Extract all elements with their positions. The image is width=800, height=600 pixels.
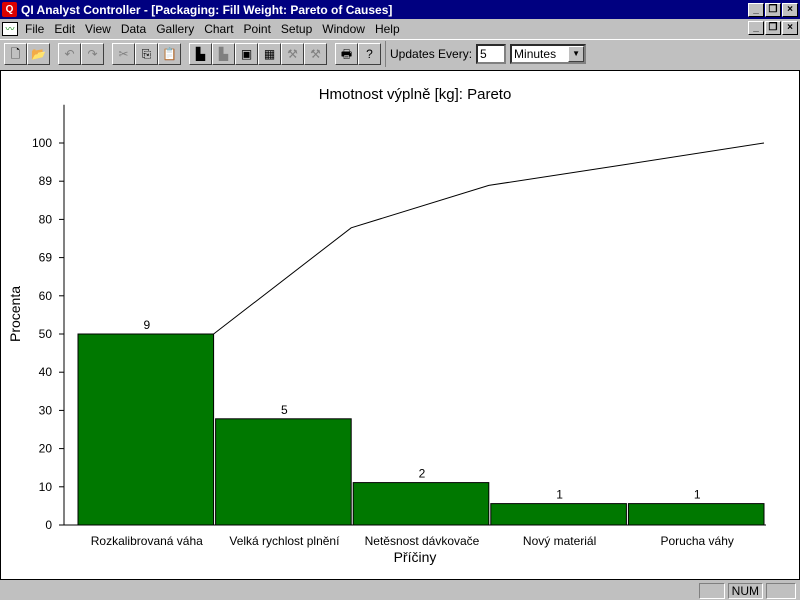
menu-bar: 〰 File Edit View Data Gallery Chart Point Setup… xyxy=(0,19,800,38)
copy-button[interactable]: ⎘ xyxy=(135,43,158,65)
x-tick-label: Porucha váhy xyxy=(661,534,734,548)
doc-minimize-button[interactable]: _ xyxy=(748,21,764,35)
tool-icon: ⚒ xyxy=(287,47,298,61)
menu-gallery[interactable]: Gallery xyxy=(151,22,199,36)
cut-button[interactable]: ✂ xyxy=(112,43,135,65)
menu-file[interactable]: File xyxy=(20,22,49,36)
y-tick-label: 20 xyxy=(39,442,53,456)
new-chart-button[interactable]: ▙ xyxy=(189,43,212,65)
y-tick-label: 50 xyxy=(39,327,53,341)
tool2-button[interactable]: ⚒ xyxy=(304,43,327,65)
paste-icon: 📋 xyxy=(162,47,177,61)
new-button[interactable]: 🗋 xyxy=(4,43,27,65)
window-button[interactable]: ▣ xyxy=(235,43,258,65)
status-bar: NUM xyxy=(0,582,800,600)
menu-data[interactable]: Data xyxy=(116,22,151,36)
open-icon: 📂 xyxy=(31,47,46,61)
undo-button[interactable]: ↶ xyxy=(58,43,81,65)
tool-button[interactable]: ⚒ xyxy=(281,43,304,65)
bar xyxy=(490,503,627,526)
y-tick-label: 30 xyxy=(39,403,53,417)
y-tick-label: 10 xyxy=(39,480,53,494)
tool2-icon: ⚒ xyxy=(310,47,321,61)
x-tick-label: Netěsnost dávkovače xyxy=(365,534,480,548)
bar-count-label: 1 xyxy=(694,488,701,502)
toolbar: 🗋 📂 ↶ ↷ ✂ ⎘ 📋 ▙ ▙ ▣ ▦ ⚒ ⚒ 🖶? Updates Every: 5 Minutes… xyxy=(0,39,800,68)
new-icon: 🗋 xyxy=(10,47,21,61)
chart-button[interactable]: ▙ xyxy=(212,43,235,65)
cut-icon: ✂ xyxy=(118,47,129,61)
chart-panel: Hmotnost výplně [kg]: Pareto 0 10 20 30 40 50 6… xyxy=(0,70,800,580)
y-tick-label: 40 xyxy=(39,365,53,379)
y-tick-label: 80 xyxy=(39,212,53,226)
updates-unit-select[interactable]: Minutes ▼ xyxy=(510,44,587,64)
open-button[interactable]: 📂 xyxy=(27,43,50,65)
menu-point[interactable]: Point xyxy=(239,22,276,36)
bar xyxy=(77,333,215,526)
y-tick-label: 60 xyxy=(39,289,53,303)
menu-window[interactable]: Window xyxy=(317,22,370,36)
status-pane xyxy=(698,583,725,599)
chart-title: Hmotnost výplně [kg]: Pareto xyxy=(319,86,512,103)
bar xyxy=(627,503,765,526)
bar-count-label: 5 xyxy=(281,403,288,417)
menu-chart[interactable]: Chart xyxy=(199,22,238,36)
updates-input[interactable]: 5 xyxy=(476,44,507,64)
bar-count-label: 1 xyxy=(556,488,563,502)
y-tick-label: 100 xyxy=(32,136,52,150)
y-tick-label: 69 xyxy=(39,251,53,265)
doc-close-button[interactable]: × xyxy=(782,21,798,35)
document-icon[interactable]: 〰 xyxy=(2,21,18,36)
num-lock-indicator: NUM xyxy=(727,583,763,599)
y-tick-label: 89 xyxy=(39,174,53,188)
x-tick-label: Velká rychlost plnění xyxy=(229,534,340,548)
window-title: QI Analyst Controller - [Packaging: Fill… xyxy=(21,2,393,17)
help-icon: ? xyxy=(366,47,373,61)
app-icon: Q xyxy=(2,2,17,17)
y-tick-label: 0 xyxy=(45,518,52,532)
window-icon: ▣ xyxy=(240,47,253,61)
updates-label: Updates Every: xyxy=(390,47,473,61)
y-axis-label: Procenta xyxy=(7,286,23,342)
help-button[interactable]: ? xyxy=(358,43,381,65)
menu-edit[interactable]: Edit xyxy=(49,22,80,36)
redo-icon: ↷ xyxy=(87,47,98,61)
minimize-button[interactable]: _ xyxy=(748,2,764,17)
bar xyxy=(215,418,352,526)
pareto-chart: Hmotnost výplně [kg]: Pareto 0 10 20 30 40 50 6… xyxy=(7,86,766,565)
table-button[interactable]: ▦ xyxy=(258,43,281,65)
cumulative-line xyxy=(213,142,765,335)
new-chart-icon: ▙ xyxy=(195,47,206,61)
restore-button[interactable]: ❐ xyxy=(765,2,781,17)
bar xyxy=(352,482,490,526)
bar-count-label: 2 xyxy=(419,467,426,481)
title-bar: Q QI Analyst Controller - [Packaging: Fi… xyxy=(0,0,800,19)
chart-icon: ▙ xyxy=(218,47,229,61)
bar-count-label: 9 xyxy=(143,318,150,332)
chevron-down-icon[interactable]: ▼ xyxy=(568,46,585,62)
print-icon: 🖶 xyxy=(340,47,353,61)
doc-restore-button[interactable]: ❐ xyxy=(765,21,781,35)
updates-unit-value: Minutes xyxy=(514,47,557,61)
redo-button[interactable]: ↷ xyxy=(81,43,104,65)
status-pane xyxy=(766,583,796,599)
print-button[interactable]: 🖶 xyxy=(335,43,358,65)
menu-view[interactable]: View xyxy=(80,22,116,36)
menu-setup[interactable]: Setup xyxy=(276,22,317,36)
x-axis-label: Příčiny xyxy=(394,549,437,565)
copy-icon: ⎘ xyxy=(141,47,152,61)
paste-button[interactable]: 📋 xyxy=(158,43,181,65)
table-icon: ▦ xyxy=(263,47,276,61)
x-tick-label: Nový materiál xyxy=(523,534,596,548)
x-tick-label: Rozkalibrovaná váha xyxy=(91,534,203,548)
menu-help[interactable]: Help xyxy=(370,22,405,36)
undo-icon: ↶ xyxy=(64,47,75,61)
close-button[interactable]: × xyxy=(782,2,798,17)
